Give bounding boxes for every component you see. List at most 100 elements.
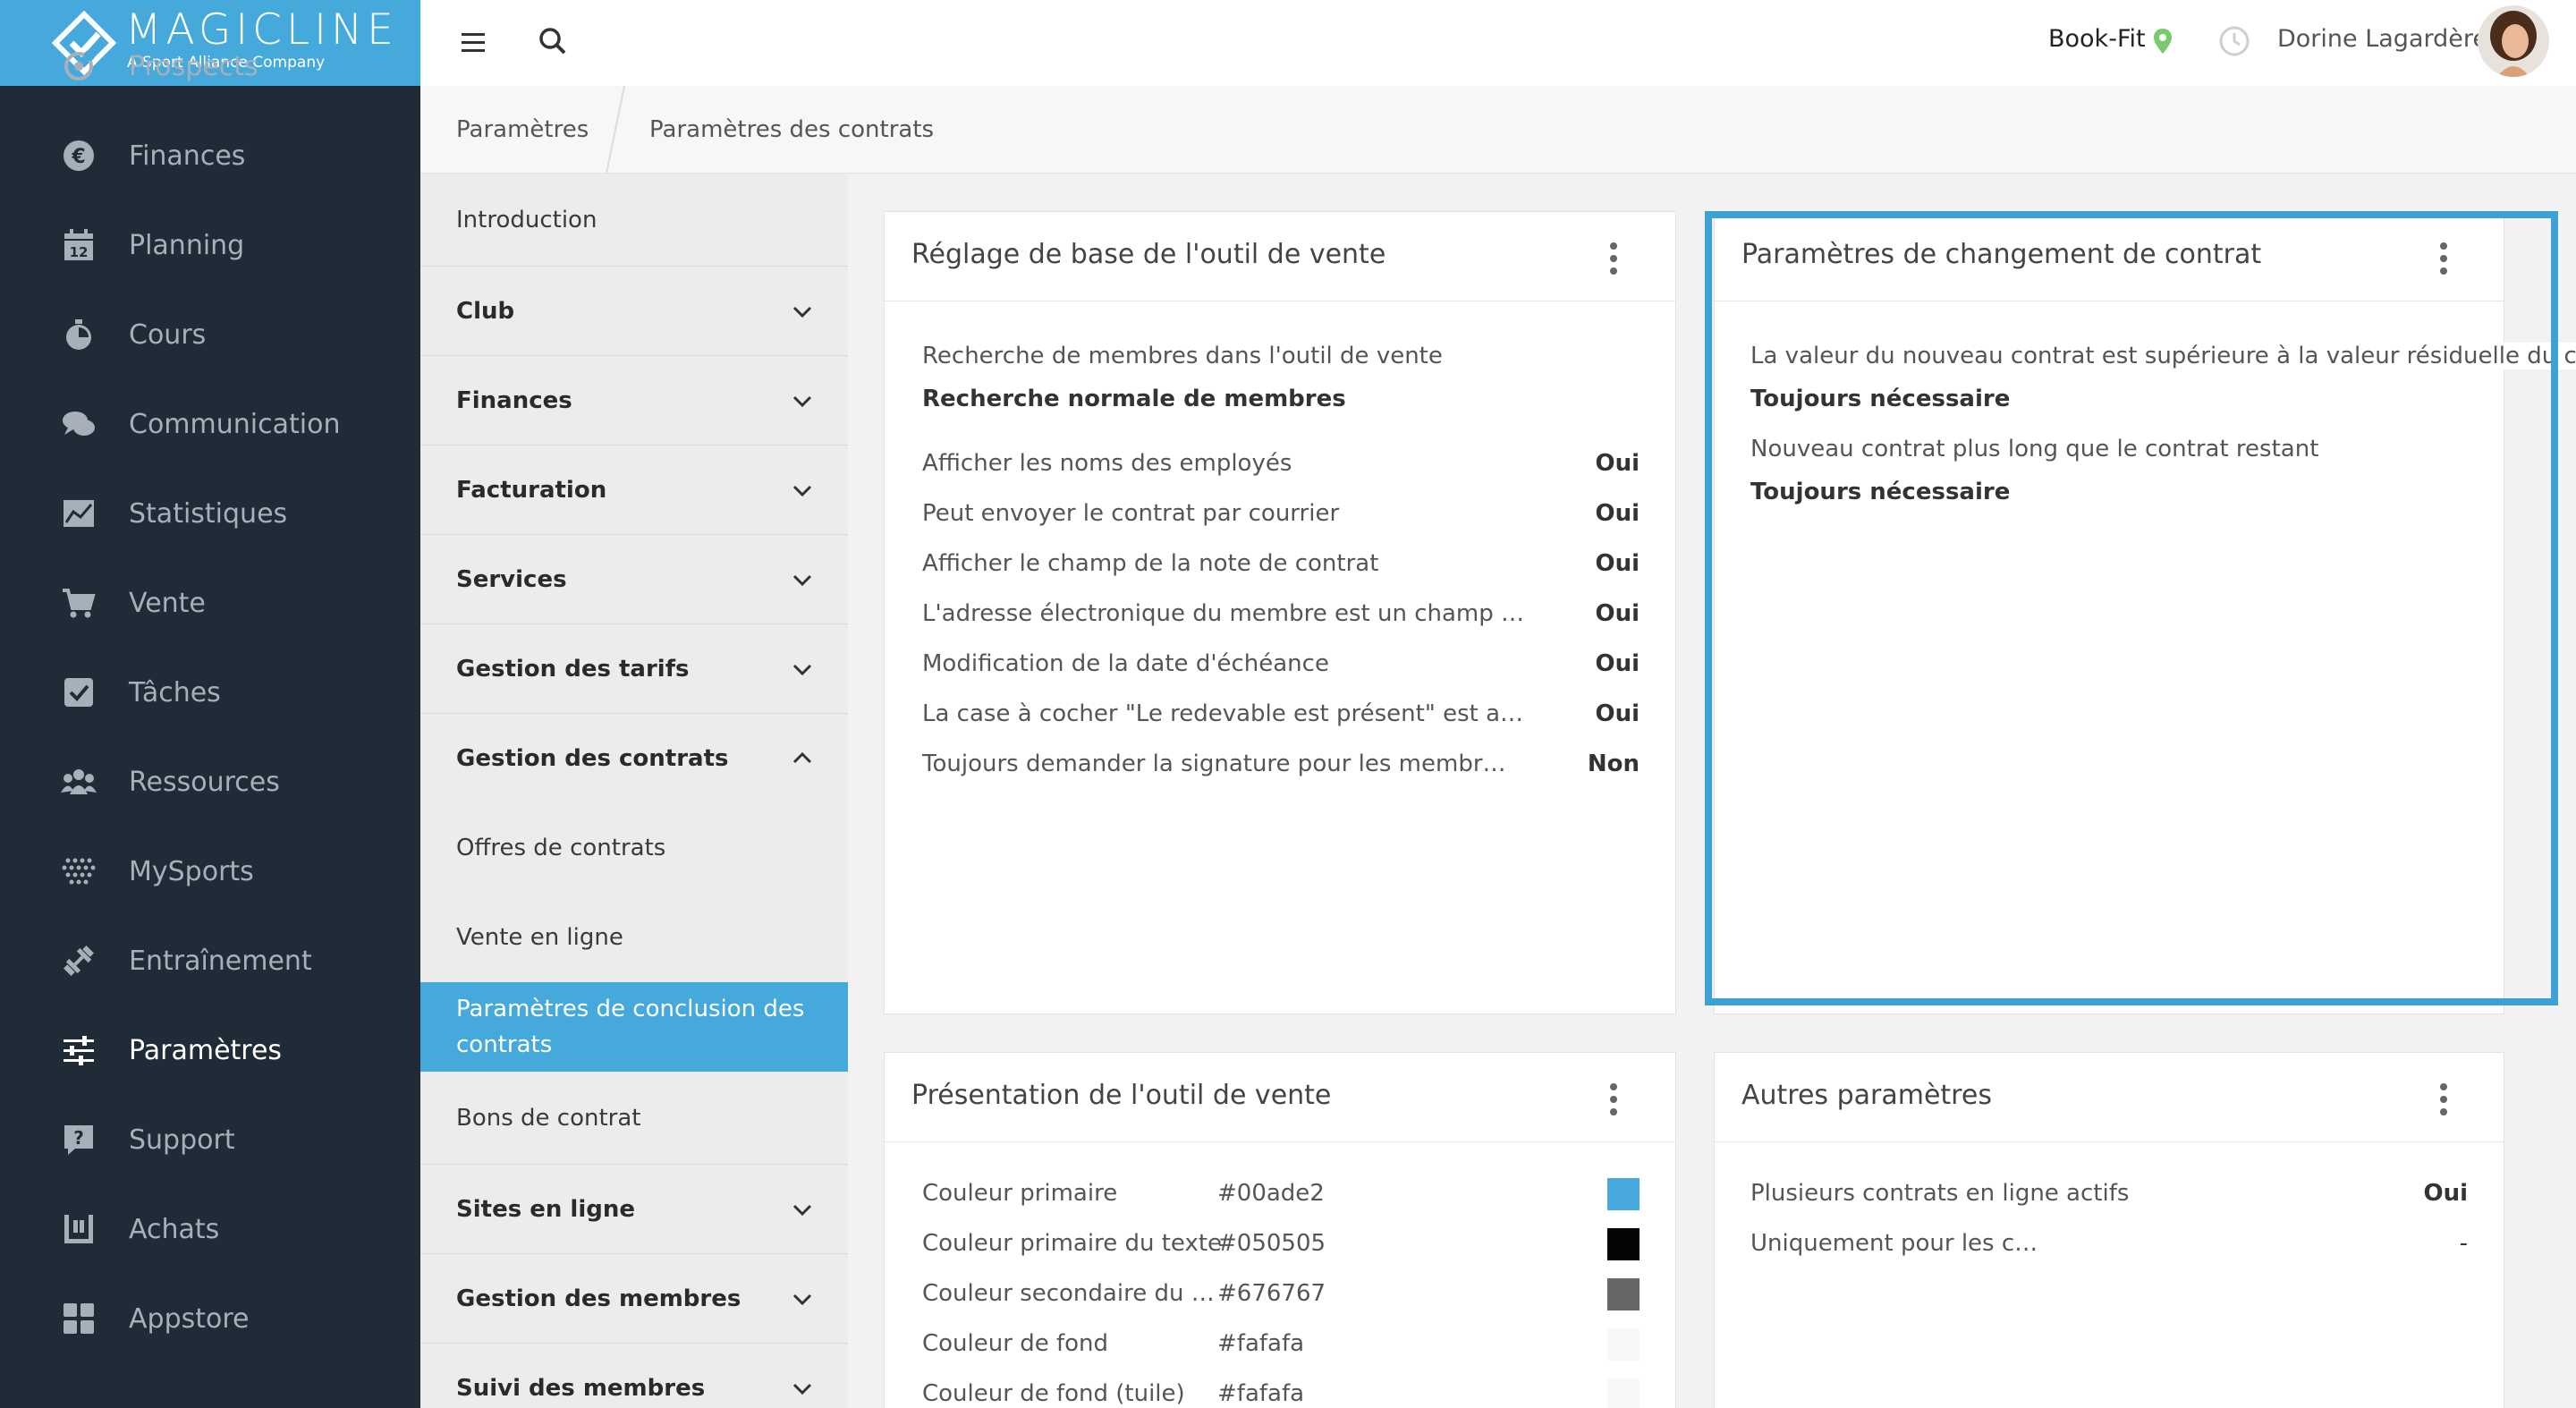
svg-text:?: ? [73,1127,84,1149]
card-title: Autres paramètres [1741,1080,1992,1111]
nav-label: Tâches [129,676,221,708]
nav-label: Support [129,1124,235,1156]
color-swatch[interactable] [1607,1228,1640,1260]
submenu-gestion-tarifs[interactable]: Gestion des tarifs [420,624,848,714]
submenu-facturation[interactable]: Facturation [420,445,848,535]
submenu-services[interactable]: Services [420,535,848,624]
nav-label: Finances [129,140,246,172]
checkbox-icon [61,674,97,710]
target-icon [61,48,97,84]
setting-label: Modification de la date d'échéance [922,650,1329,677]
submenu-label: Gestion des tarifs [456,655,690,683]
nav-label: Communication [129,408,341,440]
submenu-label: Gestion des membres [456,1285,741,1312]
submenu-club[interactable]: Club [420,267,848,356]
submenu-label: Finances [456,386,572,414]
setting-value: Oui [1595,550,1640,577]
submenu-label: Paramètres de conclusion des contrats [456,996,805,1058]
dots-grid-icon [61,853,97,889]
color-swatch[interactable] [1607,1178,1640,1210]
kebab-menu-icon[interactable] [1607,241,1620,276]
chevron-down-icon [792,1204,812,1216]
chevron-down-icon [792,485,812,496]
breadcrumb-item-current: Paramètres des contrats [649,116,935,143]
chat-icon [61,406,97,442]
nav-label: Vente [129,587,206,619]
card-title: Réglage de base de l'outil de vente [911,239,1386,270]
focus-highlight [1705,211,2558,1005]
color-swatch[interactable] [1607,1378,1640,1408]
submenu-sites-en-ligne[interactable]: Sites en ligne [420,1165,848,1254]
apps-icon [61,1301,97,1336]
card-sales-base-settings: Réglage de base de l'outil de vente Rech… [884,211,1676,1014]
club-name[interactable]: Book-Fit [2048,25,2146,53]
nav-item-prospects[interactable]: Prospects [0,21,420,111]
setting-label: Couleur de fond [922,1330,1108,1357]
submenu-gestion-membres[interactable]: Gestion des membres [420,1254,848,1344]
chart-icon [61,496,97,531]
submenu-introduction[interactable]: Introduction [420,174,848,267]
setting-value: Oui [1595,650,1640,677]
nav-item-taches[interactable]: Tâches [0,648,420,737]
color-swatch[interactable] [1607,1278,1640,1310]
color-swatch[interactable] [1607,1328,1640,1361]
submenu-label: Sites en ligne [456,1195,636,1223]
setting-value: Recherche normale de membres [922,386,1346,412]
group-icon [61,764,97,800]
kebab-menu-icon[interactable] [2437,1081,2450,1117]
clock-icon[interactable] [2218,25,2250,57]
submenu-offres-contrats[interactable]: Offres de contrats [420,803,848,893]
nav-item-finances[interactable]: € Finances [0,111,420,200]
submenu-parametres-conclusion[interactable]: Paramètres de conclusion des contrats [420,982,848,1072]
setting-label: La case à cocher "Le redevable est prése… [922,700,1524,727]
chevron-down-icon [792,1293,812,1305]
setting-value: #fafafa [1217,1330,1305,1357]
nav-label: Entraînement [129,945,312,977]
card-title: Présentation de l'outil de vente [911,1080,1332,1111]
nav-item-mysports[interactable]: MySports [0,827,420,916]
submenu-gestion-contrats[interactable]: Gestion des contrats [420,714,848,803]
setting-label: Afficher le champ de la note de contrat [922,550,1379,577]
submenu-suivi-membres[interactable]: Suivi des membres [420,1344,848,1408]
help-icon: ? [61,1122,97,1158]
sliders-icon [61,1032,97,1068]
setting-value: #050505 [1217,1230,1326,1257]
submenu-label: Club [456,297,515,325]
nav-item-achats[interactable]: Achats [0,1184,420,1274]
nav-item-appstore[interactable]: Appstore [0,1274,420,1363]
nav-item-support[interactable]: ? Support [0,1095,420,1184]
card-header: Présentation de l'outil de vente [885,1053,1675,1142]
stopwatch-icon [61,317,97,352]
nav-item-cours[interactable]: Cours [0,290,420,379]
setting-label: Couleur secondaire du … [922,1280,1215,1307]
submenu-label: Offres de contrats [456,835,666,861]
card-header: Réglage de base de l'outil de vente [885,212,1675,301]
location-pin-icon [2154,29,2172,54]
nav-item-vente[interactable]: Vente [0,558,420,648]
search-icon[interactable] [535,23,571,59]
nav-label: Cours [129,318,207,351]
nav-item-statistiques[interactable]: Statistiques [0,469,420,558]
setting-label: Couleur primaire [922,1180,1118,1207]
setting-label: L'adresse électronique du membre est un … [922,600,1525,627]
submenu-label: Vente en ligne [456,924,623,951]
breadcrumb-separator [606,86,625,174]
dumbbell-icon [61,943,97,979]
card-other-settings: Autres paramètres Plusieurs contrats en … [1714,1052,2504,1408]
nav-item-planning[interactable]: 12 Planning [0,200,420,290]
nav-item-parametres[interactable]: Paramètres [0,1005,420,1095]
nav-item-entrainement[interactable]: Entraînement [0,916,420,1005]
avatar[interactable] [2478,5,2549,77]
hamburger-menu-icon[interactable] [456,25,492,61]
kebab-menu-icon[interactable] [1607,1081,1620,1117]
nav-item-ressources[interactable]: Ressources [0,737,420,827]
setting-label: Couleur primaire du texte [922,1230,1223,1257]
submenu-bons-contrat[interactable]: Bons de contrat [420,1072,848,1165]
nav-label: Planning [129,229,245,261]
breadcrumb-item-parametres[interactable]: Paramètres [456,116,589,143]
submenu-finances[interactable]: Finances [420,356,848,445]
submenu-label: Introduction [456,206,597,233]
nav-item-communication[interactable]: Communication [0,379,420,469]
submenu-vente-en-ligne[interactable]: Vente en ligne [420,893,848,982]
user-name[interactable]: Dorine Lagardère [2277,25,2487,53]
